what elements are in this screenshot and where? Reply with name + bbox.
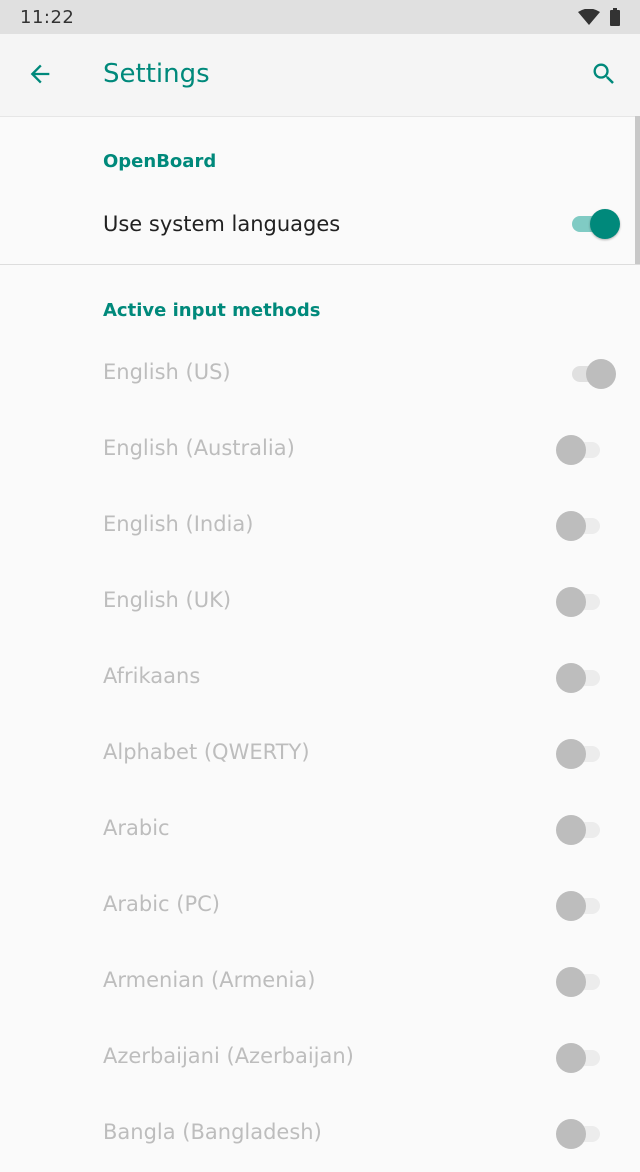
language-row-bangla-bangladesh[interactable]: Bangla (Bangladesh)	[0, 1096, 640, 1172]
language-row-english-us[interactable]: English (US)	[0, 336, 640, 412]
status-time: 11:22	[20, 7, 75, 28]
arrow-back-icon	[30, 64, 50, 84]
divider	[0, 264, 640, 265]
language-label: Armenian (Armenia)	[103, 968, 316, 992]
language-row-afrikaans[interactable]: Afrikaans	[0, 640, 640, 716]
language-row-english-india[interactable]: English (India)	[0, 488, 640, 564]
language-switch[interactable]	[556, 1119, 602, 1149]
language-row-alphabet-qwerty[interactable]: Alphabet (QWERTY)	[0, 716, 640, 792]
back-button[interactable]	[22, 56, 58, 92]
language-switch[interactable]	[566, 359, 616, 389]
language-label: Bangla (Bangladesh)	[103, 1120, 322, 1144]
language-row-english-australia[interactable]: English (Australia)	[0, 412, 640, 488]
language-row-armenian-armenia[interactable]: Armenian (Armenia)	[0, 944, 640, 1020]
language-label: Afrikaans	[103, 664, 201, 688]
use-system-languages-row[interactable]: Use system languages	[0, 186, 640, 266]
language-row-azerbaijani-azerbaijan[interactable]: Azerbaijani (Azerbaijan)	[0, 1020, 640, 1096]
language-label: English (India)	[103, 512, 254, 536]
language-switch[interactable]	[556, 967, 602, 997]
language-switch[interactable]	[556, 587, 602, 617]
language-switch[interactable]	[556, 1043, 602, 1073]
language-switch[interactable]	[556, 511, 602, 541]
language-switch[interactable]	[556, 891, 602, 921]
language-switch[interactable]	[556, 663, 602, 693]
language-label: Arabic (PC)	[103, 892, 220, 916]
language-switch[interactable]	[556, 739, 602, 769]
language-label: Azerbaijani (Azerbaijan)	[103, 1044, 354, 1068]
language-switch[interactable]	[556, 815, 602, 845]
language-label: English (UK)	[103, 588, 232, 612]
language-row-english-uk[interactable]: English (UK)	[0, 564, 640, 640]
search-icon	[593, 63, 614, 84]
battery-icon	[610, 8, 620, 26]
status-icons	[578, 8, 620, 26]
language-row-arabic-pc[interactable]: Arabic (PC)	[0, 868, 640, 944]
wifi-icon	[578, 9, 600, 25]
language-label: English (US)	[103, 360, 231, 384]
language-label: Alphabet (QWERTY)	[103, 740, 310, 764]
section-header-openboard: OpenBoard	[103, 151, 217, 172]
status-bar: 11:22	[0, 0, 640, 34]
app-bar: Settings	[0, 34, 640, 117]
use-system-languages-switch[interactable]	[566, 209, 620, 239]
language-label: English (Australia)	[103, 436, 295, 460]
section-header-active-input-methods: Active input methods	[103, 300, 321, 321]
language-label: Arabic	[103, 816, 170, 840]
language-row-arabic[interactable]: Arabic	[0, 792, 640, 868]
page-title: Settings	[103, 59, 210, 89]
use-system-languages-label: Use system languages	[103, 212, 341, 236]
language-switch[interactable]	[556, 435, 602, 465]
search-button[interactable]	[586, 56, 622, 92]
